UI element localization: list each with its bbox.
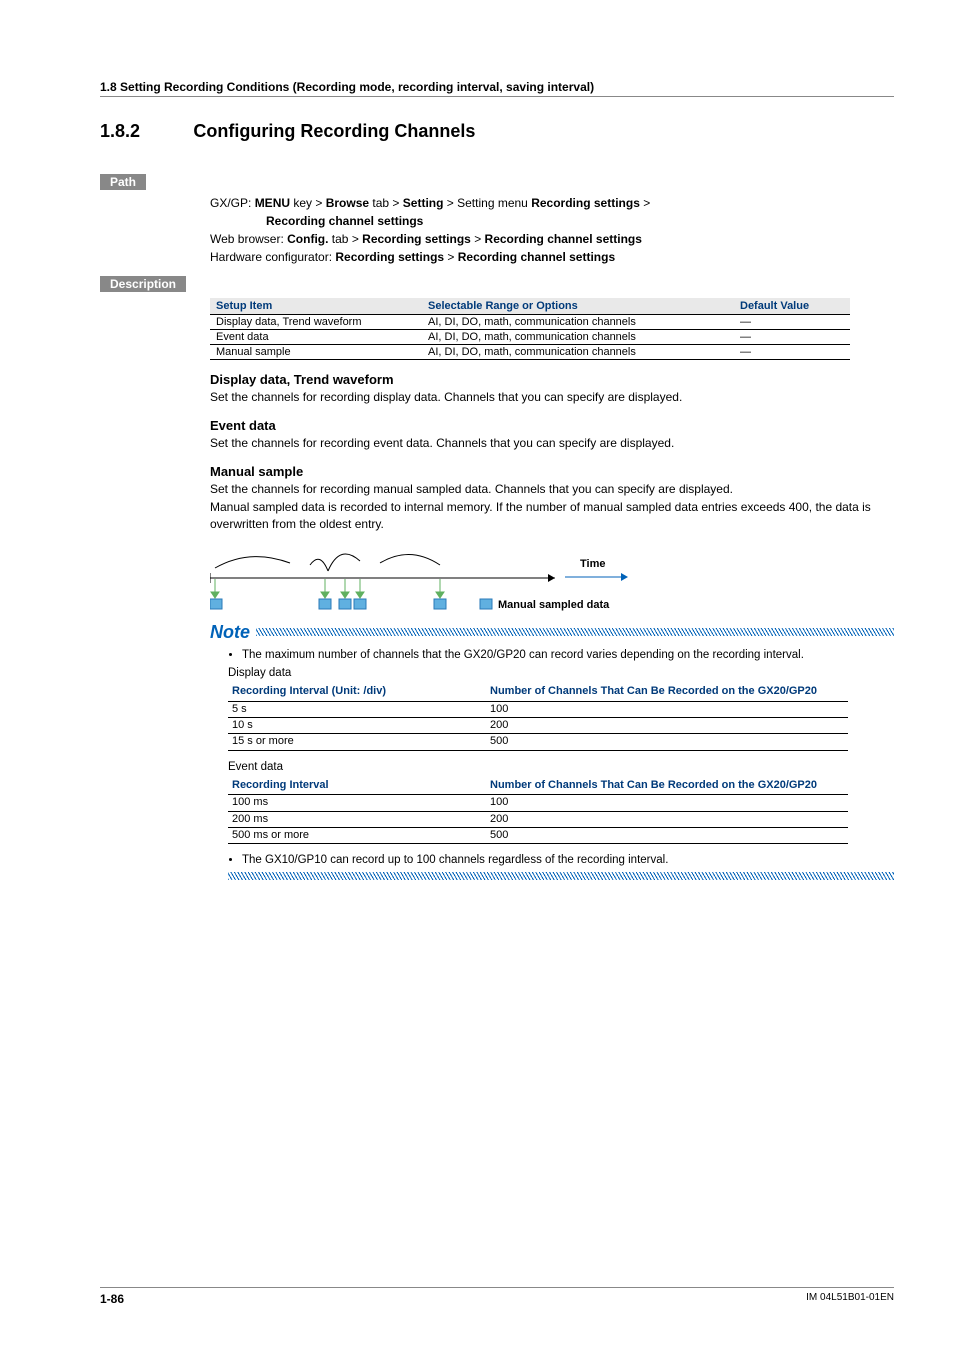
sub-event-body: Set the channels for recording event dat… <box>210 435 894 452</box>
kw-menu: MENU <box>255 196 290 210</box>
section-title: Configuring Recording Channels <box>193 121 475 141</box>
sub-display-title: Display data, Trend waveform <box>210 372 894 387</box>
table-row: 10 s200 <box>228 717 848 733</box>
td: 200 <box>486 811 848 827</box>
td: Event data <box>210 330 422 345</box>
td: — <box>734 315 850 330</box>
sub-manual-title: Manual sample <box>210 464 894 479</box>
table-row: 200 ms200 <box>228 811 848 827</box>
td: — <box>734 345 850 360</box>
kw-config: Config. <box>287 232 328 246</box>
td: 100 <box>486 795 848 811</box>
td: 5 s <box>228 701 486 717</box>
text: Web browser: <box>210 232 287 246</box>
td: 500 <box>486 828 848 844</box>
table-row: 5 s100 <box>228 701 848 717</box>
kw-recording-settings: Recording settings <box>531 196 640 210</box>
th-default: Default Value <box>734 298 850 315</box>
page-footer: 1-86 IM 04L51B01-01EN <box>100 1287 894 1306</box>
kw-recchan2: Recording channel settings <box>458 250 615 264</box>
page-number: 1-86 <box>100 1292 124 1306</box>
table-row: 500 ms or more500 <box>228 828 848 844</box>
td: 200 ms <box>228 811 486 827</box>
td: 500 ms or more <box>228 828 486 844</box>
text: Hardware configurator: <box>210 250 335 264</box>
td: Manual sample <box>210 345 422 360</box>
section-heading: 1.8.2 Configuring Recording Channels <box>100 121 894 142</box>
text: > <box>471 232 485 246</box>
td: 100 <box>486 701 848 717</box>
time-label: Time <box>580 558 605 570</box>
path-gx-line2: Recording channel settings <box>210 212 894 230</box>
note-body: The maximum number of channels that the … <box>228 647 894 881</box>
setup-table: Setup Item Selectable Range or Options D… <box>210 298 850 360</box>
note-event-table: Recording Interval Number of Channels Th… <box>228 777 848 845</box>
td: 15 s or more <box>228 734 486 750</box>
td: — <box>734 330 850 345</box>
td: 500 <box>486 734 848 750</box>
td: AI, DI, DO, math, communication channels <box>422 315 734 330</box>
doc-id: IM 04L51B01-01EN <box>806 1292 894 1306</box>
note-bullet-2: The GX10/GP10 can record up to 100 chann… <box>242 852 894 868</box>
kw-recsettings: Recording settings <box>362 232 471 246</box>
sub-event-title: Event data <box>210 418 894 433</box>
th-interval: Recording Interval <box>228 777 486 795</box>
text: GX/GP: <box>210 196 255 210</box>
th-setup: Setup Item <box>210 298 422 315</box>
path-web: Web browser: Config. tab > Recording set… <box>210 230 894 248</box>
hatch-end-icon <box>228 872 894 880</box>
note-heading-row: Note <box>210 622 894 643</box>
table-row: Event dataAI, DI, DO, math, communicatio… <box>210 330 850 345</box>
th-range: Selectable Range or Options <box>422 298 734 315</box>
text: > Setting menu <box>443 196 531 210</box>
td: 100 ms <box>228 795 486 811</box>
note-event-caption: Event data <box>228 759 894 775</box>
th-interval: Recording Interval (Unit: /div) <box>228 683 486 701</box>
table-row: 15 s or more500 <box>228 734 848 750</box>
td: 200 <box>486 717 848 733</box>
kw-recchan: Recording channel settings <box>485 232 642 246</box>
kw-setting: Setting <box>403 196 444 210</box>
th-channels: Number of Channels That Can Be Recorded … <box>486 777 848 795</box>
td: 10 s <box>228 717 486 733</box>
table-row: 100 ms100 <box>228 795 848 811</box>
text: > <box>444 250 458 264</box>
note-bullet-1: The maximum number of channels that the … <box>242 647 894 663</box>
td: Display data, Trend waveform <box>210 315 422 330</box>
manual-sample-diagram: Time Manual sampled data <box>210 543 894 616</box>
note-display-table: Recording Interval (Unit: /div) Number o… <box>228 683 848 751</box>
text: key > <box>290 196 326 210</box>
content-block: Setup Item Selectable Range or Options D… <box>210 298 894 880</box>
table-header-row: Recording Interval (Unit: /div) Number o… <box>228 683 848 701</box>
text: > <box>640 196 650 210</box>
kw-browse: Browse <box>326 196 369 210</box>
table-row: Manual sampleAI, DI, DO, math, communica… <box>210 345 850 360</box>
table-header-row: Recording Interval Number of Channels Th… <box>228 777 848 795</box>
section-number: 1.8.2 <box>100 121 190 142</box>
path-badge: Path <box>100 174 146 190</box>
legend-label: Manual sampled data <box>498 599 610 611</box>
description-badge: Description <box>100 276 186 292</box>
kw-recsettings2: Recording settings <box>335 250 444 264</box>
table-row: Display data, Trend waveformAI, DI, DO, … <box>210 315 850 330</box>
text: tab > <box>328 232 362 246</box>
td: AI, DI, DO, math, communication channels <box>422 345 734 360</box>
note-title: Note <box>210 622 250 643</box>
hatch-divider-icon <box>256 628 894 636</box>
path-block: GX/GP: MENU key > Browse tab > Setting >… <box>210 194 894 266</box>
note-display-caption: Display data <box>228 665 894 681</box>
running-header: 1.8 Setting Recording Conditions (Record… <box>100 80 894 97</box>
text: tab > <box>369 196 403 210</box>
path-gx-line1: GX/GP: MENU key > Browse tab > Setting >… <box>210 194 894 212</box>
sub-manual-body2: Manual sampled data is recorded to inter… <box>210 499 894 533</box>
table-header-row: Setup Item Selectable Range or Options D… <box>210 298 850 315</box>
td: AI, DI, DO, math, communication channels <box>422 330 734 345</box>
th-channels: Number of Channels That Can Be Recorded … <box>486 683 848 701</box>
sub-manual-body1: Set the channels for recording manual sa… <box>210 481 894 498</box>
sub-display-body: Set the channels for recording display d… <box>210 389 894 406</box>
path-hw: Hardware configurator: Recording setting… <box>210 248 894 266</box>
